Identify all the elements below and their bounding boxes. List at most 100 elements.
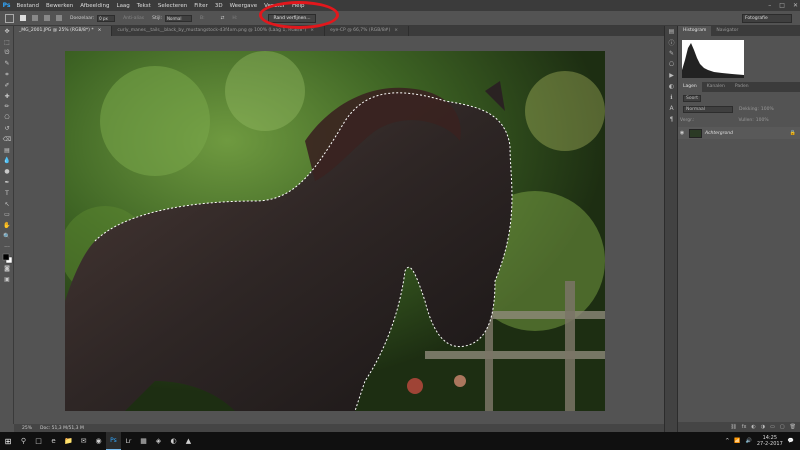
tab-eye-cp[interactable]: eye-CP @ 66,7% (RGB/8#) × [325, 26, 409, 36]
screen-mode-icon[interactable]: ▣ [0, 274, 14, 285]
new-layer-icon[interactable]: ▢ [780, 424, 785, 430]
clock[interactable]: 14:25 27-2-2017 [757, 435, 783, 447]
link-layers-icon[interactable]: ⛓ [730, 424, 736, 430]
mail-icon[interactable]: ✉ [76, 432, 91, 450]
lightroom-icon[interactable]: Lr [121, 432, 136, 450]
photoshop-taskbar-icon[interactable]: Ps [106, 432, 121, 450]
character-panel-icon[interactable]: A [665, 103, 678, 114]
feather-input[interactable]: 0 px [97, 14, 116, 22]
menu-3d[interactable]: 3D [211, 3, 226, 9]
history-brush-icon[interactable]: ↺ [0, 123, 14, 134]
hand-icon[interactable]: ✋ [0, 220, 14, 231]
chrome-icon[interactable]: ◉ [91, 432, 106, 450]
marquee-icon[interactable]: ⬚ [0, 37, 14, 48]
properties-panel-icon[interactable]: ⓘ [665, 37, 678, 48]
history-panel-icon[interactable]: ▤ [665, 26, 678, 37]
search-icon[interactable]: ⚲ [16, 432, 31, 450]
marquee-preset-icon[interactable] [5, 13, 14, 23]
file-explorer-icon[interactable]: 📁 [61, 432, 76, 450]
quick-select-icon[interactable]: ✎ [0, 58, 14, 69]
app-icon-4[interactable]: ▲ [181, 432, 196, 450]
clone-panel-icon[interactable]: ⎔ [665, 59, 678, 70]
adjustments-panel-icon[interactable]: ◐ [665, 81, 678, 92]
zoom-level[interactable]: 25% [22, 426, 32, 431]
tab-lagen[interactable]: Lagen [678, 82, 702, 92]
move-icon[interactable]: ✥ [0, 26, 14, 37]
trash-icon[interactable]: 🗑 [790, 424, 796, 430]
quick-mask-icon[interactable]: ◙ [0, 264, 14, 275]
dodge-icon[interactable]: ● [0, 166, 14, 177]
visibility-eye-icon[interactable]: ◉ [678, 130, 686, 136]
lasso-icon[interactable]: ᘎ [0, 48, 14, 59]
menu-bestand[interactable]: Bestand [13, 3, 43, 9]
style-select[interactable]: Normal [165, 14, 192, 22]
close-icon[interactable]: ✕ [793, 2, 798, 9]
healing-icon[interactable]: ✚ [0, 91, 14, 102]
actions-panel-icon[interactable]: ▶ [665, 70, 678, 81]
brush-icon[interactable]: ✏ [0, 102, 14, 113]
layer-achtergrond[interactable]: ◉ Achtergrond 🔒 [678, 127, 800, 139]
crop-icon[interactable]: ⌗ [0, 69, 14, 80]
menu-afbeelding[interactable]: Afbeelding [77, 3, 113, 9]
eraser-icon[interactable]: ⌫ [0, 134, 14, 145]
tab-navigator[interactable]: Navigator [711, 26, 743, 36]
volume-icon[interactable]: 🔊 [746, 438, 752, 444]
fill-value[interactable]: 100% [756, 118, 769, 123]
network-icon[interactable]: 📶 [734, 438, 740, 444]
add-mask-icon[interactable]: ◐ [751, 424, 755, 430]
add-selection-icon[interactable] [32, 15, 38, 21]
adjustment-layer-icon[interactable]: ◑ [761, 424, 765, 430]
tab-mg-2001[interactable]: _MG_2001.JPG @ 25% (RGB/8*) * × [14, 26, 113, 36]
close-tab-icon[interactable]: × [98, 28, 102, 33]
canvas-area[interactable] [14, 36, 664, 424]
tray-expand-icon[interactable]: ^ [725, 438, 729, 444]
tab-kanalen[interactable]: Kanalen [702, 82, 730, 92]
swap-icon[interactable]: ⇄ [221, 16, 225, 21]
edge-icon[interactable]: e [46, 432, 61, 450]
app-icon-3[interactable]: ◐ [166, 432, 181, 450]
type-icon[interactable]: T [0, 188, 14, 199]
windows-start-icon[interactable]: ⊞ [0, 432, 16, 450]
horse-photo[interactable] [65, 51, 605, 411]
kind-filter-select[interactable]: Soort [683, 94, 701, 102]
eyedropper-icon[interactable]: ✐ [0, 80, 14, 91]
subtract-selection-icon[interactable] [44, 15, 50, 21]
blend-mode-select[interactable]: Normaal [683, 105, 733, 113]
info-panel-icon[interactable]: ℹ [665, 92, 678, 103]
maximize-icon[interactable]: □ [779, 2, 785, 9]
app-icon-2[interactable]: ◈ [151, 432, 166, 450]
minimize-icon[interactable]: – [768, 2, 771, 9]
close-tab-icon[interactable]: × [394, 28, 398, 33]
blur-icon[interactable]: 💧 [0, 156, 14, 167]
tab-paden[interactable]: Paden [730, 82, 754, 92]
pen-icon[interactable]: ✒ [0, 177, 14, 188]
menu-laag[interactable]: Laag [113, 3, 133, 9]
antialias-checkbox[interactable]: Anti-alias [123, 16, 144, 21]
workspace-select[interactable]: Fotografie [742, 14, 792, 23]
intersect-selection-icon[interactable] [56, 15, 62, 21]
zoom-icon[interactable]: 🔍 [0, 231, 14, 242]
app-icon-1[interactable]: ▦ [136, 432, 151, 450]
tab-histogram[interactable]: Histogram [678, 26, 712, 36]
clone-stamp-icon[interactable]: ⎔ [0, 112, 14, 123]
task-view-icon[interactable]: □ [31, 432, 46, 450]
group-icon[interactable]: ▭ [770, 424, 775, 430]
path-select-icon[interactable]: ↖ [0, 199, 14, 210]
menu-bewerken[interactable]: Bewerken [43, 3, 77, 9]
shape-icon[interactable]: ▭ [0, 210, 14, 221]
gradient-icon[interactable]: ▤ [0, 145, 14, 156]
menu-filter[interactable]: Filter [191, 3, 212, 9]
paragraph-panel-icon[interactable]: ¶ [665, 114, 678, 125]
menu-tekst[interactable]: Tekst [133, 3, 154, 9]
brush-panel-icon[interactable]: ✎ [665, 48, 678, 59]
color-swatches-icon[interactable] [0, 253, 14, 264]
new-selection-icon[interactable] [20, 15, 26, 21]
close-tab-icon[interactable]: × [310, 28, 314, 33]
menu-weergave[interactable]: Weergave [226, 3, 261, 9]
opacity-value[interactable]: 100% [761, 107, 774, 112]
menu-selecteren[interactable]: Selecteren [154, 3, 190, 9]
fx-icon[interactable]: fx [742, 424, 747, 430]
layer-thumbnail [689, 128, 702, 138]
more-icon[interactable]: ··· [0, 242, 14, 253]
notifications-icon[interactable]: 💬 [788, 438, 794, 444]
